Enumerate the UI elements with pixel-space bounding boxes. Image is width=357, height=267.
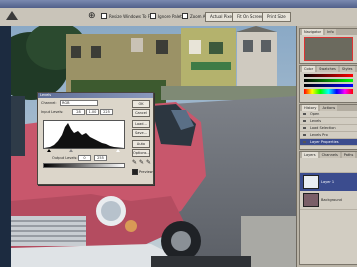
ok-button[interactable]: OK	[132, 100, 150, 108]
menu-bar	[0, 0, 357, 8]
input-levels-label: Input Levels:	[41, 110, 64, 114]
tab-paths[interactable]: Paths	[341, 152, 356, 158]
history-item-label: Levels	[310, 119, 322, 123]
gray-eyedropper-icon[interactable]: ✎	[139, 160, 145, 166]
resize-windows-option[interactable]: Resize Windows To Fit	[101, 13, 152, 19]
layers-tabs: Layers Channels Paths	[300, 152, 357, 158]
green-slider[interactable]	[304, 79, 353, 82]
photoshop-window: ⊕ Resize Windows To Fit Ignore Palettes …	[0, 0, 357, 267]
toolbox-edge	[0, 26, 11, 267]
gamma-slider[interactable]	[69, 149, 73, 152]
tab-navigator[interactable]: Navigator	[302, 29, 324, 35]
history-palette: History Actions Open Levels Load Selecti…	[299, 104, 357, 150]
navigator-thumbnail[interactable]	[304, 37, 353, 61]
tab-info[interactable]: Info	[325, 29, 336, 35]
color-tabs: Color Swatches Styles	[300, 66, 357, 72]
levels-dialog-title: Levels	[38, 93, 153, 98]
channel-label: Channel:	[41, 101, 57, 105]
output-black-field[interactable]: 0	[78, 155, 91, 161]
options-bar: ⊕ Resize Windows To Fit Ignore Palettes …	[0, 8, 357, 27]
ignore-palettes-checkbox[interactable]	[150, 13, 156, 19]
output-gradient	[43, 163, 125, 168]
black-point-slider[interactable]	[47, 149, 51, 152]
resize-windows-checkbox[interactable]	[101, 13, 107, 19]
layer-row[interactable]: Background	[300, 191, 357, 210]
channel-select[interactable]: RGB	[60, 100, 98, 106]
input-white-field[interactable]: 225	[100, 109, 113, 115]
layer-name: Background	[321, 198, 342, 202]
zoom-magnifier-icon[interactable]: ⊕	[88, 11, 98, 21]
history-state-icon	[303, 134, 306, 136]
output-levels-label: Output Levels:	[52, 156, 78, 160]
black-eyedropper-icon[interactable]: ✎	[132, 160, 138, 166]
resize-windows-label: Resize Windows To Fit	[109, 13, 153, 19]
print-size-button[interactable]: Print Size	[262, 12, 291, 22]
input-gamma-field[interactable]: 1.00	[86, 109, 99, 115]
layer-row-selected[interactable]: Layer 1	[300, 173, 357, 191]
layer-thumbnail	[303, 175, 319, 189]
palette-well: Navigator Info Color Swatches Styles His…	[296, 26, 357, 267]
history-state-icon	[303, 141, 306, 143]
tab-styles[interactable]: Styles	[339, 66, 355, 72]
history-item-label: Levels Pro	[310, 133, 328, 137]
layer-thumbnail	[303, 193, 319, 207]
options-button[interactable]: Options...	[132, 149, 150, 157]
zoom-tool-icon[interactable]	[6, 11, 18, 20]
histogram	[43, 120, 125, 149]
blue-slider[interactable]	[304, 84, 353, 87]
layer-name: Layer 1	[321, 180, 335, 184]
history-item[interactable]: Levels Pro	[300, 132, 357, 139]
history-item[interactable]: Levels	[300, 118, 357, 125]
tab-swatches[interactable]: Swatches	[317, 66, 338, 72]
cancel-button[interactable]: Cancel	[132, 109, 150, 117]
red-slider[interactable]	[304, 74, 353, 77]
zoom-all-checkbox[interactable]	[182, 13, 188, 19]
color-palette: Color Swatches Styles	[299, 65, 357, 103]
history-item-label: Layer Properties	[310, 140, 339, 144]
layers-palette: Layers Channels Paths Layer 1 Background	[299, 151, 357, 265]
history-item-label: Load Selection	[310, 126, 336, 130]
load-button[interactable]: Load...	[132, 120, 150, 128]
history-state-icon	[303, 113, 306, 115]
preview-label: Preview	[139, 170, 153, 174]
preview-option[interactable]: Preview	[132, 169, 153, 175]
white-point-slider[interactable]	[116, 149, 120, 152]
navigator-tabs: Navigator Info	[300, 29, 357, 35]
output-white-field[interactable]: 255	[94, 155, 107, 161]
histogram-graph	[44, 123, 124, 148]
history-state-icon	[303, 127, 306, 129]
history-state-icon	[303, 120, 306, 122]
tab-layers[interactable]: Layers	[302, 152, 318, 158]
tab-channels[interactable]: Channels	[319, 152, 340, 158]
history-item[interactable]: Load Selection	[300, 125, 357, 132]
history-item[interactable]: Open	[300, 111, 357, 118]
tab-color[interactable]: Color	[302, 66, 316, 72]
zoom-all-option[interactable]: Zoom All	[182, 13, 208, 19]
history-item-selected[interactable]: Layer Properties	[300, 139, 357, 146]
input-black-field[interactable]: 28	[72, 109, 85, 115]
preview-checkbox[interactable]	[132, 169, 138, 175]
navigator-palette: Navigator Info	[299, 28, 357, 64]
color-ramp[interactable]	[304, 89, 353, 94]
history-item-label: Open	[310, 112, 320, 116]
document-canvas[interactable]: Levels Channel: RGB Input Levels: 28 1.0…	[11, 26, 296, 267]
white-eyedropper-icon[interactable]: ✎	[146, 160, 152, 166]
auto-button[interactable]: Auto	[132, 140, 150, 148]
levels-dialog: Levels Channel: RGB Input Levels: 28 1.0…	[37, 92, 154, 185]
layer-options-row	[300, 158, 357, 173]
save-button[interactable]: Save...	[132, 129, 150, 137]
